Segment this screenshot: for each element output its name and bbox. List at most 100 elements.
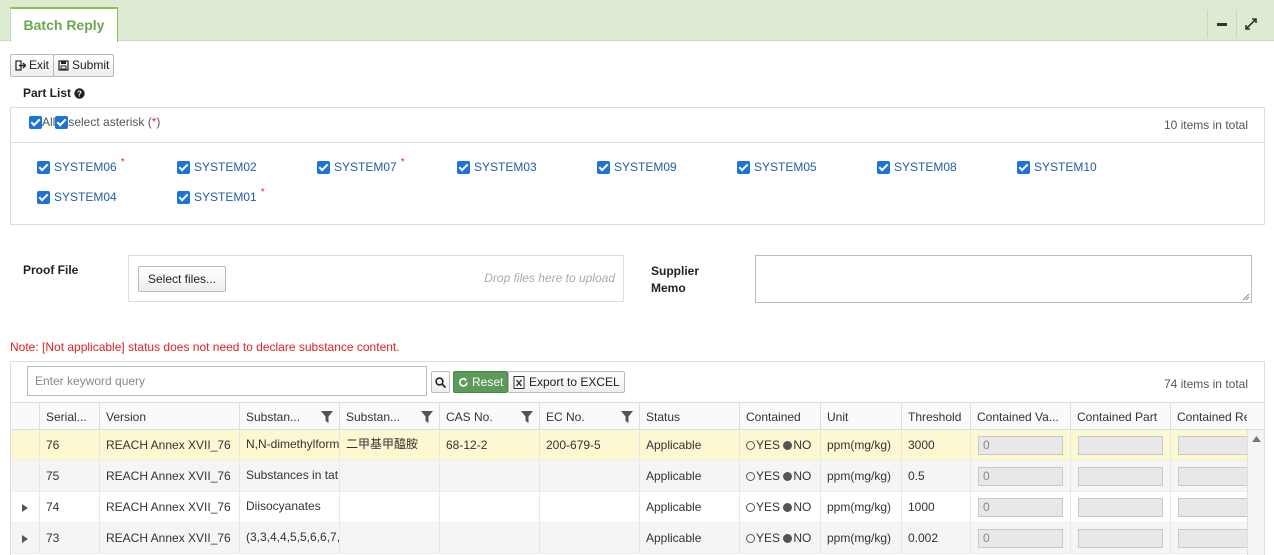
column-header[interactable]: Substan... [239,403,339,431]
resize-handle-icon[interactable] [1242,293,1250,301]
part-label: SYSTEM03 [474,160,537,174]
proof-file-label: Proof File [23,263,79,277]
column-header[interactable]: CAS No. [439,403,539,431]
column-header[interactable]: Substan... [339,403,439,431]
expand-row-icon[interactable] [22,504,28,512]
cell-version: REACH Annex XVII_76 [99,430,239,461]
part-item[interactable]: SYSTEM09 [597,160,681,174]
filter-icon[interactable] [521,411,533,423]
contained-value-input[interactable]: 0 [978,436,1063,455]
part-item[interactable]: SYSTEM03 [457,160,541,174]
part-list-header: All select asterisk ( * ) 10 items in to… [11,108,1264,143]
part-item[interactable]: SYSTEM06 * [37,157,125,174]
search-icon [435,376,446,388]
contained-part-input[interactable] [1078,498,1163,517]
filter-icon[interactable] [321,411,333,423]
cell-serial: 74 [39,492,99,523]
column-header[interactable]: EC No. [539,403,639,431]
export-excel-button[interactable]: Export to EXCEL [508,371,625,393]
yes-radio[interactable] [746,534,755,544]
contained-value-input[interactable]: 0 [978,498,1063,517]
part-checkbox[interactable] [37,160,50,174]
supplier-memo-textarea[interactable] [755,255,1252,303]
column-header[interactable]: Contained Re [1170,403,1247,431]
column-header-label: Substan... [246,410,301,424]
column-header[interactable]: Contained Va... [970,403,1070,431]
reset-button[interactable]: Reset [453,371,509,393]
select-files-button[interactable]: Select files... [138,266,227,292]
column-header-label: Serial... [46,410,87,424]
no-label: NO [793,438,812,452]
select-all-checkbox[interactable] [29,115,42,129]
no-radio[interactable] [783,534,793,544]
search-button[interactable] [431,371,450,393]
cell-sub1: Diisocyanates [239,492,339,523]
column-header[interactable]: Unit [820,403,901,431]
part-item[interactable]: SYSTEM04 [37,190,121,204]
part-item[interactable]: SYSTEM01 * [177,187,265,204]
contained-re-input[interactable] [1178,436,1247,455]
contained-part-input[interactable] [1078,436,1163,455]
filter-icon[interactable] [421,411,433,423]
part-checkbox[interactable] [177,160,190,174]
filter-icon[interactable] [621,411,633,423]
yes-radio[interactable] [746,472,755,482]
part-item[interactable]: SYSTEM07 * [317,157,405,174]
no-radio[interactable] [783,503,793,513]
table-row[interactable]: 73 REACH Annex XVII_76 (3,3,4,4,5,5,6,6,7,… [11,523,1247,554]
part-item[interactable]: SYSTEM02 [177,160,261,174]
part-list-panel: All select asterisk ( * ) 10 items in to… [10,107,1265,225]
search-input[interactable]: Enter keyword query [27,366,427,396]
yes-radio[interactable] [746,441,755,451]
part-item[interactable]: SYSTEM05 [737,160,821,174]
column-header[interactable]: Serial... [39,403,99,431]
grid-count: 74 items in total [1163,377,1248,391]
column-header[interactable]: Version [99,403,239,431]
part-item[interactable]: SYSTEM10 [1017,160,1101,174]
no-label: NO [793,531,812,545]
expand-row-icon[interactable] [22,535,28,543]
contained-re-input[interactable] [1178,529,1247,548]
part-item[interactable]: SYSTEM08 [877,160,961,174]
part-checkbox[interactable] [37,190,50,204]
table-row[interactable]: 74 REACH Annex XVII_76 Diisocyanates Applic… [11,492,1247,523]
supplier-memo-label: Supplier Memo [651,263,699,297]
part-checkbox[interactable] [877,160,890,174]
no-radio[interactable] [783,472,793,482]
contained-value-input[interactable]: 0 [978,467,1063,486]
question-circle-icon[interactable]: ? [74,87,85,99]
no-radio[interactable] [783,441,793,451]
exit-button[interactable]: Exit [10,54,55,77]
cell-ec [539,492,639,523]
yes-radio[interactable] [746,503,755,513]
select-asterisk-checkbox[interactable] [55,115,69,129]
part-checkbox[interactable] [1017,160,1030,174]
scroll-up-icon[interactable] [1252,436,1261,442]
column-header[interactable]: Contained Part [1070,403,1170,431]
part-checkbox[interactable] [737,160,750,174]
contained-re-input[interactable] [1178,467,1247,486]
column-header[interactable]: Threshold [901,403,970,431]
minimize-button[interactable] [1207,10,1235,38]
upload-dropzone[interactable]: Select files... Drop files here to uploa… [128,255,624,302]
table-row[interactable]: 75 REACH Annex XVII_76 Substances in tat Ap… [11,461,1247,492]
contained-re-input[interactable] [1178,498,1247,517]
column-header-label: CAS No. [446,410,493,424]
column-header-label: Version [106,410,147,424]
grid-scrollbar[interactable] [1247,430,1264,555]
column-header[interactable]: Status [639,403,739,431]
part-checkbox[interactable] [457,160,470,174]
cell-threshold: 0.5 [901,461,970,492]
part-checkbox[interactable] [317,160,330,174]
table-row[interactable]: 76 REACH Annex XVII_76 N,N-dimethylform 二甲基… [11,430,1247,461]
contained-part-input[interactable] [1078,467,1163,486]
part-checkbox[interactable] [597,160,610,174]
tab-batch-reply[interactable]: Batch Reply [10,7,118,42]
maximize-button[interactable] [1236,10,1264,38]
contained-value-input[interactable]: 0 [978,529,1063,548]
column-header[interactable]: Contained [739,403,820,431]
column-header-label: Unit [827,410,849,424]
part-checkbox[interactable] [177,190,190,204]
submit-button[interactable]: Submit [53,54,115,77]
contained-part-input[interactable] [1078,529,1163,548]
